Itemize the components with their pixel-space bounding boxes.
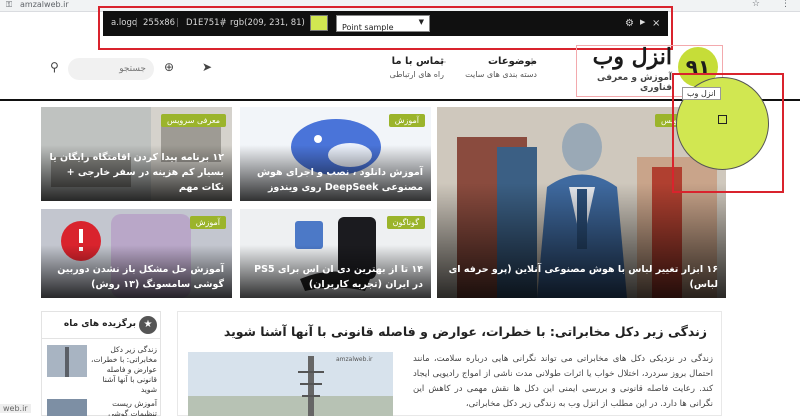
picker-element-name: a.logo (111, 18, 138, 28)
picker-rgb-value[interactable]: rgb(209, 231, 81) (230, 18, 305, 28)
article-image-watermark: amzalweb.ir (336, 356, 373, 363)
category-badge[interactable]: آموزش (189, 216, 226, 229)
picker-dimensions: 255x86 (143, 18, 176, 28)
article-card-title[interactable]: آموزش حل مشکل باز نشدن دوربین گوشی سامسو… (47, 262, 224, 292)
star-icon: ★ (139, 316, 157, 334)
article-card-title[interactable]: ۱۴ تا از بهترین دی ان اس برای PS5 در ایر… (246, 262, 423, 292)
close-icon[interactable]: × (652, 18, 660, 29)
picker-mode-select[interactable]: Point sample ▼ (336, 15, 430, 32)
article-card-title[interactable]: آموزش دانلود ، نصب و اجرای هوش مصنوعی De… (246, 165, 423, 195)
color-picker-toolbar: a.logo | 255x86 | D1E751# | rgb(209, 231… (103, 11, 668, 36)
nav-contact-subtitle: راه های ارتباطی (389, 70, 444, 79)
send-icon[interactable]: ➤ (202, 60, 212, 74)
site-logo-subtitle: آموزش و معرفی فناوری (596, 73, 672, 93)
nav-contact[interactable]: تماس با ما راه های ارتباطی (378, 56, 444, 79)
article-excerpt: زندگی در نزدیکی دکل های مخابراتی می توان… (413, 354, 713, 409)
list-item[interactable]: زندگی زیر دکل مخابراتی: با خطرات، عوارض … (47, 345, 157, 394)
lock-icon: ⚿ (6, 0, 13, 9)
add-circle-icon[interactable]: ⊕ (164, 60, 174, 74)
article-card-title[interactable]: ۱۶ ابزار تغییر لباس با هوش مصنوعی آنلاین… (443, 262, 718, 292)
article-preview: زندگی زیر دکل مخابراتی: با خطرات، عوارض … (177, 311, 722, 416)
browser-url[interactable]: amzalweb.ir (20, 0, 69, 9)
category-badge[interactable]: معرفی سرویس (161, 114, 226, 127)
article-card-title[interactable]: ۱۲ برنامه پیدا کردن اقامتگاه رایگان یا ب… (47, 150, 224, 195)
search-input[interactable] (68, 58, 154, 80)
nav-topics-title: موضوعات (487, 56, 537, 67)
article-card[interactable]: گوناگون ۱۴ تا از بهترین دی ان اس برای PS… (240, 209, 431, 298)
list-item-thumbnail (47, 345, 87, 377)
category-badge[interactable]: گوناگون (386, 216, 425, 229)
picker-mode-label: Point sample (342, 23, 394, 32)
category-badge[interactable]: آموزش (388, 114, 425, 127)
picker-color-swatch (310, 15, 328, 31)
article-card[interactable]: آموزش آموزش حل مشکل باز نشدن دوربین گوشی… (41, 209, 232, 298)
chevron-down-icon: ▼ (418, 18, 424, 26)
list-item[interactable]: آموزش ریست تنظیمات گوشی سامسونگ ۱۰ (اصول (47, 399, 157, 416)
article-image: amzalweb.ir (188, 352, 393, 416)
article-title[interactable]: زندگی زیر دکل مخابراتی: با خطرات، عوارض … (224, 324, 707, 339)
search-icon[interactable]: ⚲ (50, 60, 59, 74)
browser-menu-icon[interactable]: ⋮ (781, 0, 790, 9)
nav-contact-title: تماس با ما (391, 56, 444, 67)
site-logo-title[interactable]: انزل وب (577, 44, 672, 70)
nav-topics-subtitle: دسته بندی های سایت (465, 70, 537, 79)
sidebar-title: برگزیده های ماه (63, 319, 136, 329)
play-icon[interactable]: ▶ (640, 18, 645, 26)
sidebar-monthly-picks: ★ برگزیده های ماه زندگی زیر دکل مخابراتی… (41, 311, 161, 416)
bookmark-star-icon[interactable]: ☆ (752, 0, 760, 9)
list-item-thumbnail (47, 399, 87, 416)
nav-topics[interactable]: موضوعات دسته بندی های سایت (455, 56, 537, 79)
article-card[interactable]: آموزش آموزش دانلود ، نصب و اجرای هوش مصن… (240, 107, 431, 201)
list-item-title[interactable]: آموزش ریست تنظیمات گوشی سامسونگ ۱۰ (اصول (89, 399, 157, 416)
list-item-title[interactable]: زندگی زیر دکل مخابراتی: با خطرات، عوارض … (89, 345, 157, 395)
magnifier-highlight-frame (672, 73, 784, 193)
article-card[interactable]: معرفی سرویس ۱۲ برنامه پیدا کردن اقامتگاه… (41, 107, 232, 201)
gear-icon[interactable]: ⚙ (625, 18, 634, 29)
page-watermark: web.ir (0, 404, 31, 413)
